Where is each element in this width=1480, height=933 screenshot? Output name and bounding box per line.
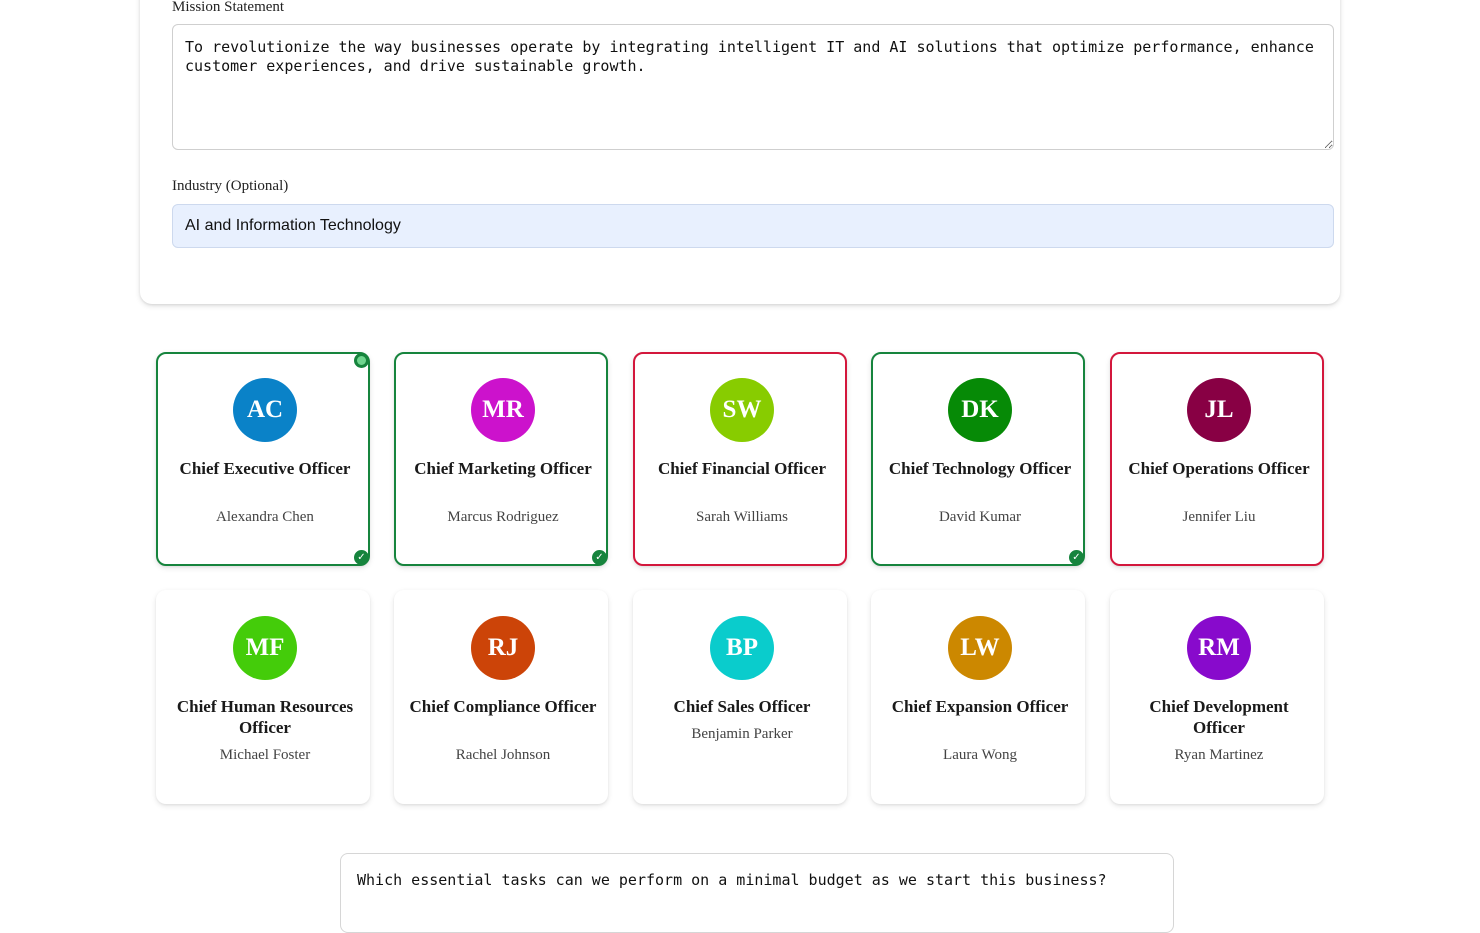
- executive-card[interactable]: AC Chief Executive Officer Alexandra Che…: [156, 352, 370, 566]
- executive-role: Chief Human Resources Officer: [176, 697, 354, 737]
- avatar: RM: [1187, 616, 1251, 680]
- avatar: MF: [233, 616, 297, 680]
- industry-label: Industry (Optional): [172, 178, 289, 194]
- executive-name: Benjamin Parker: [691, 726, 793, 742]
- executive-name: Sarah Williams: [695, 509, 789, 525]
- company-info-card: Mission Statement To revolutionize the w…: [140, 0, 1340, 304]
- executive-name: Laura Wong: [943, 747, 1017, 763]
- avatar: BP: [710, 616, 774, 680]
- avatar: RJ: [471, 616, 535, 680]
- mission-statement-label: Mission Statement: [172, 0, 285, 15]
- executive-card[interactable]: LW Chief Expansion Officer Laura Wong: [871, 590, 1085, 804]
- executive-card[interactable]: MR Chief Marketing Officer Marcus Rodrig…: [394, 352, 608, 566]
- executive-card[interactable]: JL Chief Operations Officer Jennifer Liu: [1110, 352, 1324, 566]
- executive-name: Ryan Martinez: [1174, 747, 1264, 763]
- avatar: LW: [948, 616, 1012, 680]
- executive-role: Chief Sales Officer: [673, 697, 811, 716]
- industry-input[interactable]: [172, 204, 1334, 248]
- executive-name: Alexandra Chen: [216, 509, 314, 525]
- executive-name: Jennifer Liu: [1182, 509, 1256, 525]
- executive-role: Chief Financial Officer: [657, 459, 827, 478]
- checkmark-icon: ✓: [1069, 550, 1084, 565]
- executive-role: Chief Expansion Officer: [891, 697, 1069, 716]
- question-input[interactable]: Which essential tasks can we perform on …: [340, 853, 1174, 933]
- executive-name: Michael Foster: [219, 747, 311, 763]
- status-dot-icon: [354, 353, 369, 368]
- avatar: AC: [233, 378, 297, 442]
- checkmark-icon: ✓: [354, 550, 369, 565]
- executive-role: Chief Marketing Officer: [414, 459, 592, 478]
- executive-role: Chief Compliance Officer: [409, 697, 597, 716]
- executive-card[interactable]: DK Chief Technology Officer David Kumar …: [871, 352, 1085, 566]
- avatar: DK: [948, 378, 1012, 442]
- executive-role: Chief Executive Officer: [179, 459, 351, 478]
- executive-card[interactable]: SW Chief Financial Officer Sarah William…: [633, 352, 847, 566]
- executive-name: Marcus Rodriguez: [447, 509, 559, 525]
- avatar: MR: [471, 378, 535, 442]
- mission-statement-textarea[interactable]: To revolutionize the way businesses oper…: [172, 24, 1334, 150]
- checkmark-icon: ✓: [592, 550, 607, 565]
- avatar: SW: [710, 378, 774, 442]
- executive-card[interactable]: RM Chief Development Officer Ryan Martin…: [1110, 590, 1324, 804]
- executive-name: David Kumar: [938, 509, 1022, 525]
- avatar: JL: [1187, 378, 1251, 442]
- executive-card[interactable]: MF Chief Human Resources Officer Michael…: [156, 590, 370, 804]
- executive-card[interactable]: RJ Chief Compliance Officer Rachel Johns…: [394, 590, 608, 804]
- executive-role: Chief Technology Officer: [888, 459, 1072, 478]
- executive-card[interactable]: BP Chief Sales Officer Benjamin Parker: [633, 590, 847, 804]
- executive-name: Rachel Johnson: [455, 747, 551, 763]
- executive-role: Chief Development Officer: [1149, 697, 1289, 737]
- executive-role: Chief Operations Officer: [1128, 459, 1310, 478]
